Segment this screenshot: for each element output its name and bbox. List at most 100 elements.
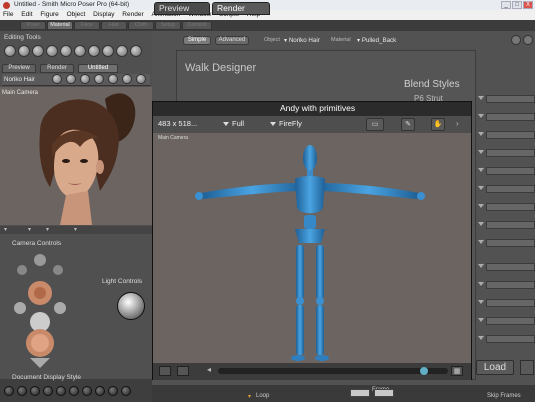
frame-total-field[interactable]	[374, 389, 394, 397]
close-button[interactable]: X	[523, 1, 533, 9]
preview-tool-icon[interactable]	[122, 74, 132, 84]
display-style-icon[interactable]	[69, 386, 79, 396]
blend-slider[interactable]	[478, 167, 535, 175]
menu-file[interactable]: File	[0, 10, 16, 20]
room-tab-cloth[interactable]: Cloth	[128, 21, 154, 30]
display-style-icon[interactable]	[108, 386, 118, 396]
menu-figure[interactable]: Figure	[37, 10, 61, 20]
resolution-dropdown[interactable]: 483 x 518...	[158, 119, 197, 128]
load-button[interactable]: Load	[476, 360, 514, 375]
expand-arrow-icon[interactable]: ›	[456, 119, 459, 128]
display-style-icon[interactable]	[30, 386, 40, 396]
display-style-icon[interactable]	[4, 386, 14, 396]
menu-edit[interactable]: Edit	[18, 10, 35, 20]
save-render-icon[interactable]	[159, 366, 171, 376]
object-dropdown[interactable]: ▾ Noriko Hair	[284, 36, 320, 45]
blend-slider[interactable]	[478, 281, 535, 289]
camera-control-widget[interactable]	[8, 248, 88, 376]
renderer-dropdown[interactable]: FireFly	[270, 119, 302, 128]
light-sphere-icon[interactable]	[117, 292, 145, 320]
area-render-icon[interactable]: ✎	[401, 118, 415, 131]
blend-slider[interactable]	[478, 335, 535, 343]
translate-tool-icon[interactable]	[32, 45, 44, 57]
renderer-value: FireFly	[279, 119, 302, 128]
taper-tool-icon[interactable]	[60, 45, 72, 57]
preview-tool-icon[interactable]	[66, 74, 76, 84]
hand-tool-icon[interactable]: ✋	[431, 118, 445, 131]
blend-slider[interactable]	[478, 113, 535, 121]
minimize-button[interactable]: _	[501, 1, 511, 9]
grid-view-icon[interactable]: ▦	[451, 366, 463, 376]
render-scrollbar[interactable]	[218, 368, 448, 374]
blend-slider[interactable]	[478, 317, 535, 325]
panel-options-icon[interactable]	[511, 35, 521, 45]
twist-tool-icon[interactable]	[18, 45, 30, 57]
playhead-icon[interactable]: ▾	[248, 393, 251, 400]
preview-tool-icon[interactable]	[136, 74, 146, 84]
render-tab-preview[interactable]: Preview	[154, 2, 210, 15]
morph-brush-tool-icon[interactable]	[130, 45, 142, 57]
chain-break-tool-icon[interactable]	[74, 45, 86, 57]
room-tab-hair[interactable]: Hair	[101, 21, 127, 30]
app-logo-icon	[3, 2, 10, 9]
scroll-left-icon[interactable]: ◂	[207, 365, 211, 374]
panel-close-icon[interactable]	[523, 35, 533, 45]
display-style-icon[interactable]	[95, 386, 105, 396]
color-tool-icon[interactable]	[88, 45, 100, 57]
figure-selector[interactable]: Noriko Hair	[4, 76, 35, 83]
preview-tool-icon[interactable]	[52, 74, 62, 84]
room-tab-pose[interactable]: Pose	[20, 21, 46, 30]
room-tab-content[interactable]: Content	[182, 21, 212, 30]
display-style-icon[interactable]	[82, 386, 92, 396]
hair-figure-preview	[0, 87, 152, 225]
apply-button[interactable]	[520, 360, 534, 375]
display-style-icon[interactable]	[43, 386, 53, 396]
display-style-icon[interactable]	[17, 386, 27, 396]
dropdown-icon[interactable]: ▾	[46, 226, 49, 233]
left-tab-preview[interactable]: Preview	[2, 64, 36, 73]
view-magnifier-tool-icon[interactable]	[116, 45, 128, 57]
frame-current-field[interactable]	[350, 389, 370, 397]
render-tab-render[interactable]: Render	[212, 2, 270, 15]
blend-slider[interactable]	[478, 263, 535, 271]
blend-slider[interactable]	[478, 203, 535, 211]
display-style-icon[interactable]	[121, 386, 131, 396]
blend-slider[interactable]	[478, 185, 535, 193]
room-tab-setup[interactable]: Setup	[155, 21, 181, 30]
preview-tool-icon[interactable]	[94, 74, 104, 84]
quality-dropdown[interactable]: Full	[223, 119, 244, 128]
blend-slider[interactable]	[478, 239, 535, 247]
menu-render[interactable]: Render	[119, 10, 146, 20]
blend-slider[interactable]	[478, 95, 535, 103]
scale-tool-icon[interactable]	[46, 45, 58, 57]
room-tab-face[interactable]: Face	[74, 21, 100, 30]
render-settings-icon[interactable]: ▭	[366, 118, 384, 131]
left-tab-untitled[interactable]: Untitled	[78, 64, 118, 73]
render-scroll-thumb[interactable]	[420, 367, 428, 375]
dropdown-icon[interactable]: ▾	[74, 226, 77, 233]
compare-render-icon[interactable]	[177, 366, 189, 376]
display-style-icon[interactable]	[56, 386, 66, 396]
menu-display[interactable]: Display	[90, 10, 117, 20]
blend-styles-title: Blend Styles	[404, 79, 460, 90]
mode-simple-button[interactable]: Simple	[183, 36, 211, 45]
mode-advanced-button[interactable]: Advanced	[215, 36, 249, 45]
grouping-tool-icon[interactable]	[102, 45, 114, 57]
left-tab-render[interactable]: Render	[40, 64, 74, 73]
preview-viewport[interactable]	[0, 87, 152, 225]
rotate-tool-icon[interactable]	[4, 45, 16, 57]
blend-slider[interactable]	[478, 131, 535, 139]
dropdown-icon[interactable]: ▾	[28, 226, 31, 233]
blend-slider[interactable]	[478, 149, 535, 157]
blend-slider[interactable]	[478, 221, 535, 229]
menu-object[interactable]: Object	[64, 10, 89, 20]
preview-tool-icon[interactable]	[108, 74, 118, 84]
blend-slider[interactable]	[478, 299, 535, 307]
room-tab-material[interactable]: Material	[47, 21, 73, 30]
render-viewport[interactable]	[153, 133, 471, 363]
maximize-button[interactable]: □	[512, 1, 522, 9]
preview-tool-icon[interactable]	[80, 74, 90, 84]
material-dropdown[interactable]: ▾ Pulled_Back	[357, 36, 396, 45]
dropdown-icon[interactable]: ▾	[4, 226, 7, 233]
skip-frames-label[interactable]: Skip Frames	[487, 393, 521, 399]
